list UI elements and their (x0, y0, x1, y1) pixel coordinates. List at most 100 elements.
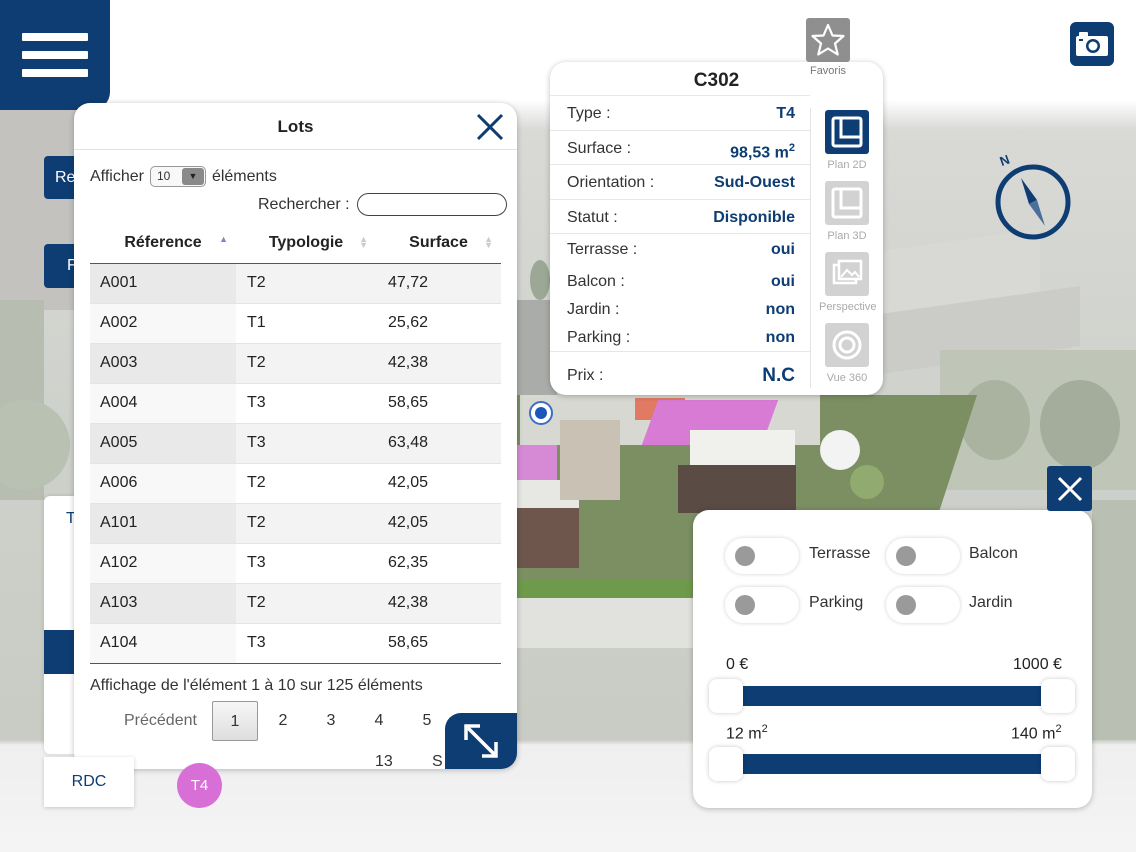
plan-2d-button[interactable]: Plan 2D (824, 110, 870, 171)
show-prefix-label: Afficher (90, 167, 144, 185)
close-icon[interactable] (474, 111, 506, 143)
terrace-label: Terrasse : (567, 241, 638, 258)
floor-plan-3d-icon (831, 187, 863, 219)
balcony-label: Balcon : (567, 273, 625, 290)
toggle-jardin[interactable] (886, 587, 960, 623)
table-row[interactable]: A001 T2 47,72 (90, 263, 501, 304)
table-row[interactable]: A006 T2 42,05 (90, 463, 501, 504)
sort-icon: ▲ ▼ (484, 234, 493, 250)
page-length-value: 10 (156, 169, 171, 183)
page-button[interactable]: 13 (375, 753, 393, 769)
favorites-label: Favoris (809, 65, 847, 77)
camera-button[interactable] (1070, 22, 1114, 66)
previous-page-button[interactable]: Précédent (124, 701, 197, 741)
vue-360-label: Vue 360 (826, 372, 868, 384)
360-view-icon (832, 330, 862, 360)
cell-typology: T1 (236, 303, 376, 344)
cell-typology: T3 (236, 383, 376, 424)
toggle-knob (896, 546, 916, 566)
table-row[interactable]: A002 T1 25,62 (90, 303, 501, 344)
page-button[interactable]: 4 (367, 701, 391, 741)
star-icon (811, 23, 845, 56)
compass-icon[interactable]: N (993, 148, 1073, 242)
filters-close-button[interactable] (1047, 466, 1092, 511)
side-button-top[interactable]: Re (44, 156, 74, 199)
typology-badge-t4[interactable]: T4 (177, 763, 222, 808)
plan-3d-button[interactable]: Plan 3D (824, 181, 870, 242)
page-length-select[interactable]: 10 ▼ (149, 166, 206, 187)
search-label: Rechercher : (258, 195, 350, 213)
cell-surface: 63,48 (376, 423, 501, 464)
type-label: Type : (567, 105, 611, 122)
search-input[interactable] (356, 193, 507, 216)
cell-surface: 42,05 (376, 463, 501, 504)
hamburger-menu-button[interactable] (0, 0, 110, 110)
lot-row-balcony: Balcon : oui (550, 267, 810, 295)
status-label: Statut : (567, 208, 618, 226)
table-row[interactable]: A005 T3 63,48 (90, 423, 501, 464)
cell-reference: A002 (90, 303, 236, 344)
cell-typology: T3 (236, 623, 376, 664)
page-button[interactable]: 3 (319, 701, 343, 741)
floor-rdc-button[interactable]: RDC (44, 757, 134, 807)
price-range-track[interactable] (725, 686, 1060, 706)
table-row[interactable]: A003 T2 42,38 (90, 343, 501, 384)
column-header-typology[interactable]: Typologie ▲ ▼ (236, 223, 376, 264)
page-length-control: Afficher 10 ▼ éléments (90, 166, 277, 187)
price-max-label: 1000 € (1013, 656, 1062, 673)
side-button-second[interactable]: F (44, 244, 74, 288)
cell-typology: T2 (236, 463, 376, 504)
cell-reference: A001 (90, 263, 236, 304)
surface-max-label: 140 m2 (1011, 723, 1062, 743)
lot-row-garden: Jardin : non (550, 295, 810, 323)
cell-reference: A003 (90, 343, 236, 384)
price-min-handle[interactable] (709, 679, 743, 713)
orientation-value: Sud-Ouest (714, 174, 795, 191)
toggle-terrasse[interactable] (725, 538, 799, 574)
toggle-balcon[interactable] (886, 538, 960, 574)
chevron-down-icon: ▼ (181, 168, 204, 185)
cell-surface: 42,38 (376, 343, 501, 384)
plan-2d-label: Plan 2D (827, 159, 867, 171)
page-button[interactable]: 2 (271, 701, 295, 741)
page-button[interactable]: 5 (415, 701, 439, 741)
table-row[interactable]: A004 T3 58,65 (90, 383, 501, 424)
cell-surface: 58,65 (376, 623, 501, 664)
toggle-parking[interactable] (725, 587, 799, 623)
balcony-value: oui (771, 273, 795, 290)
cell-reference: A004 (90, 383, 236, 424)
page-button-current[interactable]: 1 (212, 701, 258, 741)
image-icon (832, 259, 863, 285)
table-row[interactable]: A101 T2 42,05 (90, 503, 501, 544)
cell-typology: T2 (236, 263, 376, 304)
orientation-label: Orientation : (567, 174, 655, 191)
left-panel-active-tab[interactable] (44, 630, 74, 674)
perspective-label: Perspective (819, 301, 877, 313)
vue-360-button[interactable]: Vue 360 (824, 323, 870, 384)
price-max-handle[interactable] (1041, 679, 1075, 713)
location-marker-icon[interactable] (527, 398, 555, 428)
perspective-button[interactable]: Perspective (819, 252, 877, 313)
table-info: Affichage de l'élément 1 à 10 sur 125 él… (90, 677, 423, 694)
side-button-top-label: Re (55, 168, 74, 186)
price-min-label: 0 € (726, 656, 749, 673)
next-page-button[interactable]: S (432, 753, 443, 769)
column-header-surface[interactable]: Surface ▲ ▼ (376, 223, 501, 264)
divider (74, 149, 517, 150)
favorites-button[interactable]: Favoris (805, 18, 851, 77)
menu-bar-icon (22, 69, 88, 77)
table-row[interactable]: A103 T2 42,38 (90, 583, 501, 624)
plan-3d-label: Plan 3D (827, 230, 867, 242)
column-header-reference[interactable]: Réference ▲ (90, 223, 236, 264)
expand-panel-button[interactable] (445, 713, 517, 769)
surface-max-handle[interactable] (1041, 747, 1075, 781)
surface-min-handle[interactable] (709, 747, 743, 781)
table-row[interactable]: A104 T3 58,65 (90, 623, 501, 664)
surface-range-track[interactable] (725, 754, 1060, 774)
table-row[interactable]: A102 T3 62,35 (90, 543, 501, 584)
garden-value: non (765, 301, 795, 318)
sort-ascending-icon: ▲ (219, 234, 228, 244)
terrace-value: oui (771, 241, 795, 258)
left-side-panel: T (44, 496, 76, 754)
cell-typology: T2 (236, 583, 376, 624)
